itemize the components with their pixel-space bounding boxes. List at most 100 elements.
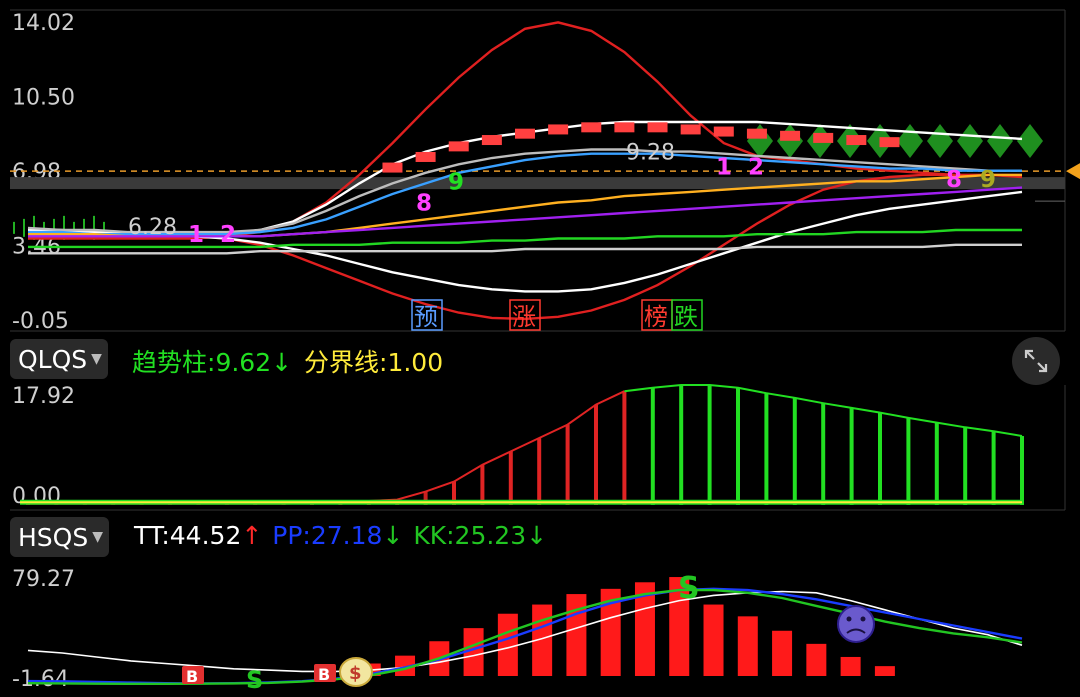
trend-bar (991, 431, 996, 505)
sell-signal: S (246, 666, 263, 694)
hsqs-panel: 79.27 -1.64 B S B $ S (12, 567, 1023, 694)
candle (713, 126, 734, 137)
candle (846, 135, 867, 146)
buy-signal: B (318, 665, 330, 684)
main-price-panel: 14.0210.506.983.46-0.056.289.281 2891 2 8 9预… (10, 9, 1080, 334)
trend-bar (736, 387, 740, 505)
boundary-label: 分界线: (304, 348, 388, 377)
hsqs-legend: TT:44.52↑ PP:27.18↓ KK:25.23↓ (134, 521, 547, 550)
trend-value: 9.62 (215, 348, 272, 377)
qlqs-legend: 趋势柱:9.62↓ 分界线:1.00 (132, 343, 443, 379)
hsqs-bar (566, 594, 587, 676)
signal-marker: 涨 (512, 303, 536, 331)
trend-bar (878, 412, 882, 505)
price-pointer-icon (1066, 163, 1080, 180)
candle (448, 141, 469, 152)
trend-arrow-icon: ↓ (271, 348, 293, 377)
chevron-down-icon: ▼ (92, 529, 103, 545)
hsqs-line-kk (27, 588, 1023, 685)
trend-bar (764, 393, 769, 505)
candle (647, 122, 668, 133)
hsqs-bar (840, 656, 861, 676)
candle (481, 135, 502, 146)
tt-value: 44.52 (169, 521, 242, 550)
candle (515, 128, 535, 139)
y-tick-label: 0.00 (12, 484, 61, 509)
trend-bar (508, 451, 513, 505)
momentum-diamond (987, 124, 1013, 159)
trend-bar (792, 397, 797, 505)
value-label-low: 6.28 (128, 215, 177, 240)
money-signal: $ (349, 663, 362, 684)
hsqs-bar (737, 616, 758, 676)
trend-bar (849, 407, 854, 505)
trend-bar (650, 387, 655, 505)
signal-marker: 榜 (644, 303, 668, 331)
pp-label: PP: (272, 521, 311, 550)
y-tick-label: 17.92 (12, 384, 75, 409)
hsqs-bar (772, 630, 793, 676)
pp-arrow-icon: ↓ (382, 521, 404, 550)
count-label: 1 (188, 222, 204, 248)
kk-label: KK: (413, 521, 455, 550)
momentum-diamond (897, 124, 923, 159)
kk-value: 25.23 (454, 521, 527, 550)
expand-button[interactable] (1012, 337, 1060, 385)
trend-label: 趋势柱: (132, 348, 216, 377)
qlqs-indicator-name: QLQS (18, 344, 88, 374)
trend-bar (480, 464, 485, 505)
expand-icon (1024, 349, 1048, 373)
trend-bar (963, 427, 968, 505)
candle (548, 124, 569, 135)
candle (746, 128, 767, 139)
momentum-diamond (1017, 124, 1043, 159)
pp-value: 27.18 (310, 521, 383, 550)
chevron-down-icon: ▼ (91, 351, 102, 367)
signal-marker: 预 (414, 303, 438, 331)
momentum-diamond (927, 124, 953, 159)
candle (680, 124, 701, 135)
hsqs-indicator-name: HSQS (18, 522, 89, 552)
qlqs-indicator-selector[interactable]: QLQS ▼ (10, 339, 108, 379)
candle (780, 130, 801, 141)
tt-label: TT: (134, 521, 170, 550)
candle (415, 151, 436, 162)
value-label-high: 9.28 (626, 141, 675, 166)
count-label: 2 (748, 154, 764, 180)
y-tick-label: -1.64 (12, 667, 69, 692)
trend-bar (934, 422, 939, 505)
hsqs-indicator-selector[interactable]: HSQS ▼ (10, 517, 109, 557)
candle (614, 122, 635, 133)
momentum-diamond (777, 124, 803, 159)
hsqs-bar (806, 643, 827, 676)
qlqs-panel: 17.92 0.00 (10, 384, 1066, 511)
hsqs-line-pp (27, 587, 1023, 685)
boundary-value: 1.00 (387, 348, 444, 377)
trend-bar (1020, 436, 1024, 505)
candle (581, 122, 602, 133)
candle (382, 162, 403, 173)
count-label: 8 (416, 190, 432, 216)
count-label: 8 (946, 167, 962, 193)
hsqs-bar (703, 604, 724, 676)
y-tick-label: 10.50 (12, 86, 75, 111)
sell-signal: S (678, 571, 700, 606)
trend-bar (679, 385, 684, 505)
trend-bar (565, 424, 570, 505)
sad-face-eye (860, 616, 866, 622)
trend-bar (707, 385, 712, 505)
y-tick-label: -0.05 (12, 309, 69, 334)
buy-signal: B (186, 667, 198, 686)
count-label: 9 (980, 167, 996, 193)
count-label: 9 (448, 169, 464, 195)
trend-bar (821, 403, 826, 505)
signal-marker: 跌 (674, 303, 698, 331)
trend-bar (594, 404, 598, 505)
y-tick-label: 79.27 (12, 567, 75, 592)
trend-bar (537, 438, 542, 505)
trend-bar (906, 417, 911, 505)
count-label: 2 (220, 222, 236, 248)
trend-bar (622, 391, 627, 505)
sad-face-eye (846, 616, 852, 622)
sad-face-icon (837, 605, 875, 643)
